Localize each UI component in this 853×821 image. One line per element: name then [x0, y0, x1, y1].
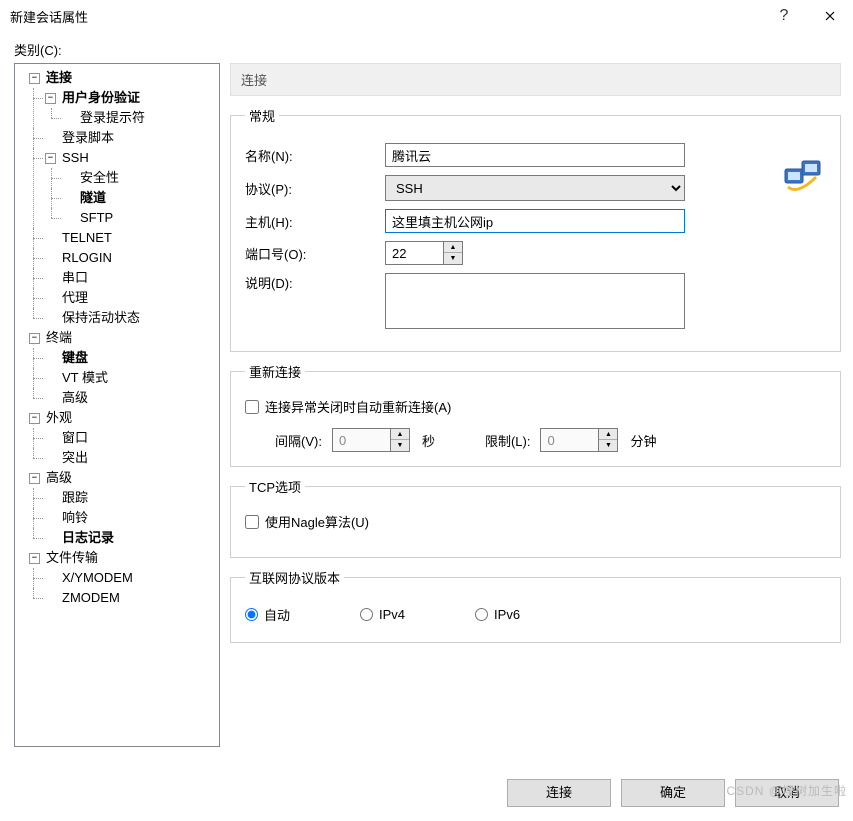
interval-input[interactable]	[332, 428, 390, 452]
legend-reconnect: 重新连接	[245, 362, 305, 381]
port-input[interactable]	[385, 241, 443, 265]
spinner-down-icon[interactable]: ▼	[444, 253, 462, 264]
tree-item-security[interactable]: 安全性	[78, 168, 121, 188]
legend-tcp: TCP选项	[245, 477, 305, 496]
tree-toggle-icon[interactable]: −	[45, 93, 56, 104]
label-name: 名称(N):	[245, 146, 385, 165]
name-input[interactable]	[385, 143, 685, 167]
description-textarea[interactable]	[385, 273, 685, 329]
limit-spinner[interactable]: ▲▼	[540, 428, 620, 452]
window-title: 新建会话属性	[10, 7, 761, 26]
tree-item-logging[interactable]: 日志记录	[60, 528, 116, 548]
spinner-up-icon[interactable]: ▲	[391, 429, 409, 440]
tree-toggle-icon[interactable]: −	[29, 553, 40, 564]
label-interval: 间隔(V):	[275, 431, 322, 450]
connect-button[interactable]: 连接	[507, 779, 611, 807]
tree-item-ssh[interactable]: SSH	[60, 148, 91, 168]
close-button[interactable]	[807, 0, 853, 32]
tree-toggle-icon[interactable]: −	[29, 473, 40, 484]
category-label: 类别(C):	[14, 40, 841, 59]
tree-item-keyboard[interactable]: 键盘	[60, 348, 90, 368]
interval-unit: 秒	[422, 431, 435, 450]
tree-item-terminal[interactable]: 终端	[44, 328, 74, 348]
tree-item-advanced2[interactable]: 高级	[44, 468, 74, 488]
group-general: 常规 名称(N): 协议(P): SSH 主机(H): 端口号(O):	[230, 106, 841, 352]
tree-item-vtmode[interactable]: VT 模式	[60, 368, 110, 388]
legend-general: 常规	[245, 106, 279, 125]
tree-toggle-icon[interactable]: −	[29, 333, 40, 344]
tree-toggle-icon[interactable]: −	[29, 413, 40, 424]
cancel-button[interactable]: 取消	[735, 779, 839, 807]
nagle-label: 使用Nagle算法(U)	[265, 512, 369, 531]
help-button[interactable]: ?	[761, 0, 807, 32]
tree-item-userauth[interactable]: 用户身份验证	[60, 88, 142, 108]
tree-toggle-icon[interactable]: −	[29, 73, 40, 84]
tree-item-loginprompt[interactable]: 登录提示符	[78, 108, 147, 128]
tree-item-loginscript[interactable]: 登录脚本	[60, 128, 116, 148]
radio-ipv4[interactable]: IPv4	[360, 607, 405, 622]
label-limit: 限制(L):	[485, 431, 531, 450]
spinner-down-icon[interactable]: ▼	[391, 440, 409, 451]
tree-item-keepalive[interactable]: 保持活动状态	[60, 308, 142, 328]
group-reconnect: 重新连接 连接异常关闭时自动重新连接(A) 间隔(V): ▲▼ 秒 限制(L):	[230, 362, 841, 467]
category-tree[interactable]: −连接 −用户身份验证 登录提示符 登录脚本 −SSH 安全性 隧道	[14, 63, 220, 747]
legend-ipversion: 互联网协议版本	[245, 568, 344, 587]
tree-item-zmodem[interactable]: ZMODEM	[60, 588, 122, 608]
tree-item-trace[interactable]: 跟踪	[60, 488, 90, 508]
section-header: 连接	[230, 63, 841, 96]
port-spinner[interactable]: ▲▼	[385, 241, 465, 265]
protocol-select[interactable]: SSH	[385, 175, 685, 201]
interval-spinner[interactable]: ▲▼	[332, 428, 412, 452]
spinner-up-icon[interactable]: ▲	[444, 242, 462, 253]
tree-item-highlight[interactable]: 突出	[60, 448, 90, 468]
ok-button[interactable]: 确定	[621, 779, 725, 807]
tree-toggle-icon[interactable]: −	[45, 153, 56, 164]
nagle-checkbox[interactable]	[245, 515, 259, 529]
limit-unit: 分钟	[630, 431, 656, 450]
tree-item-proxy[interactable]: 代理	[60, 288, 90, 308]
limit-input[interactable]	[540, 428, 598, 452]
tree-item-appearance[interactable]: 外观	[44, 408, 74, 428]
reconnect-checkbox[interactable]	[245, 400, 259, 414]
title-bar: 新建会话属性 ?	[0, 0, 853, 32]
reconnect-checkbox-label: 连接异常关闭时自动重新连接(A)	[265, 397, 451, 416]
tree-item-filetransfer[interactable]: 文件传输	[44, 548, 100, 568]
tree-item-telnet[interactable]: TELNET	[60, 228, 114, 248]
group-tcp: TCP选项 使用Nagle算法(U)	[230, 477, 841, 558]
label-port: 端口号(O):	[245, 244, 385, 263]
tree-item-xymodem[interactable]: X/YMODEM	[60, 568, 135, 588]
tree-item-bell[interactable]: 响铃	[60, 508, 90, 528]
spinner-down-icon[interactable]: ▼	[599, 440, 617, 451]
spinner-up-icon[interactable]: ▲	[599, 429, 617, 440]
label-protocol: 协议(P):	[245, 179, 385, 198]
host-input[interactable]	[385, 209, 685, 233]
tree-item-adv[interactable]: 高级	[60, 388, 90, 408]
tree-item-connection[interactable]: 连接	[44, 68, 74, 88]
tree-item-sftp[interactable]: SFTP	[78, 208, 115, 228]
radio-ipv6[interactable]: IPv6	[475, 607, 520, 622]
tree-item-window[interactable]: 窗口	[60, 428, 90, 448]
label-desc: 说明(D):	[245, 273, 385, 292]
group-ipversion: 互联网协议版本 自动 IPv4 IPv6	[230, 568, 841, 643]
connection-icon	[782, 155, 824, 197]
radio-auto[interactable]: 自动	[245, 605, 290, 624]
close-icon	[825, 11, 835, 21]
tree-item-tunnel[interactable]: 隧道	[78, 188, 108, 208]
tree-item-serial[interactable]: 串口	[60, 268, 90, 288]
dialog-buttons: 连接 确定 取消	[507, 779, 839, 807]
label-host: 主机(H):	[245, 212, 385, 231]
tree-item-rlogin[interactable]: RLOGIN	[60, 248, 114, 268]
